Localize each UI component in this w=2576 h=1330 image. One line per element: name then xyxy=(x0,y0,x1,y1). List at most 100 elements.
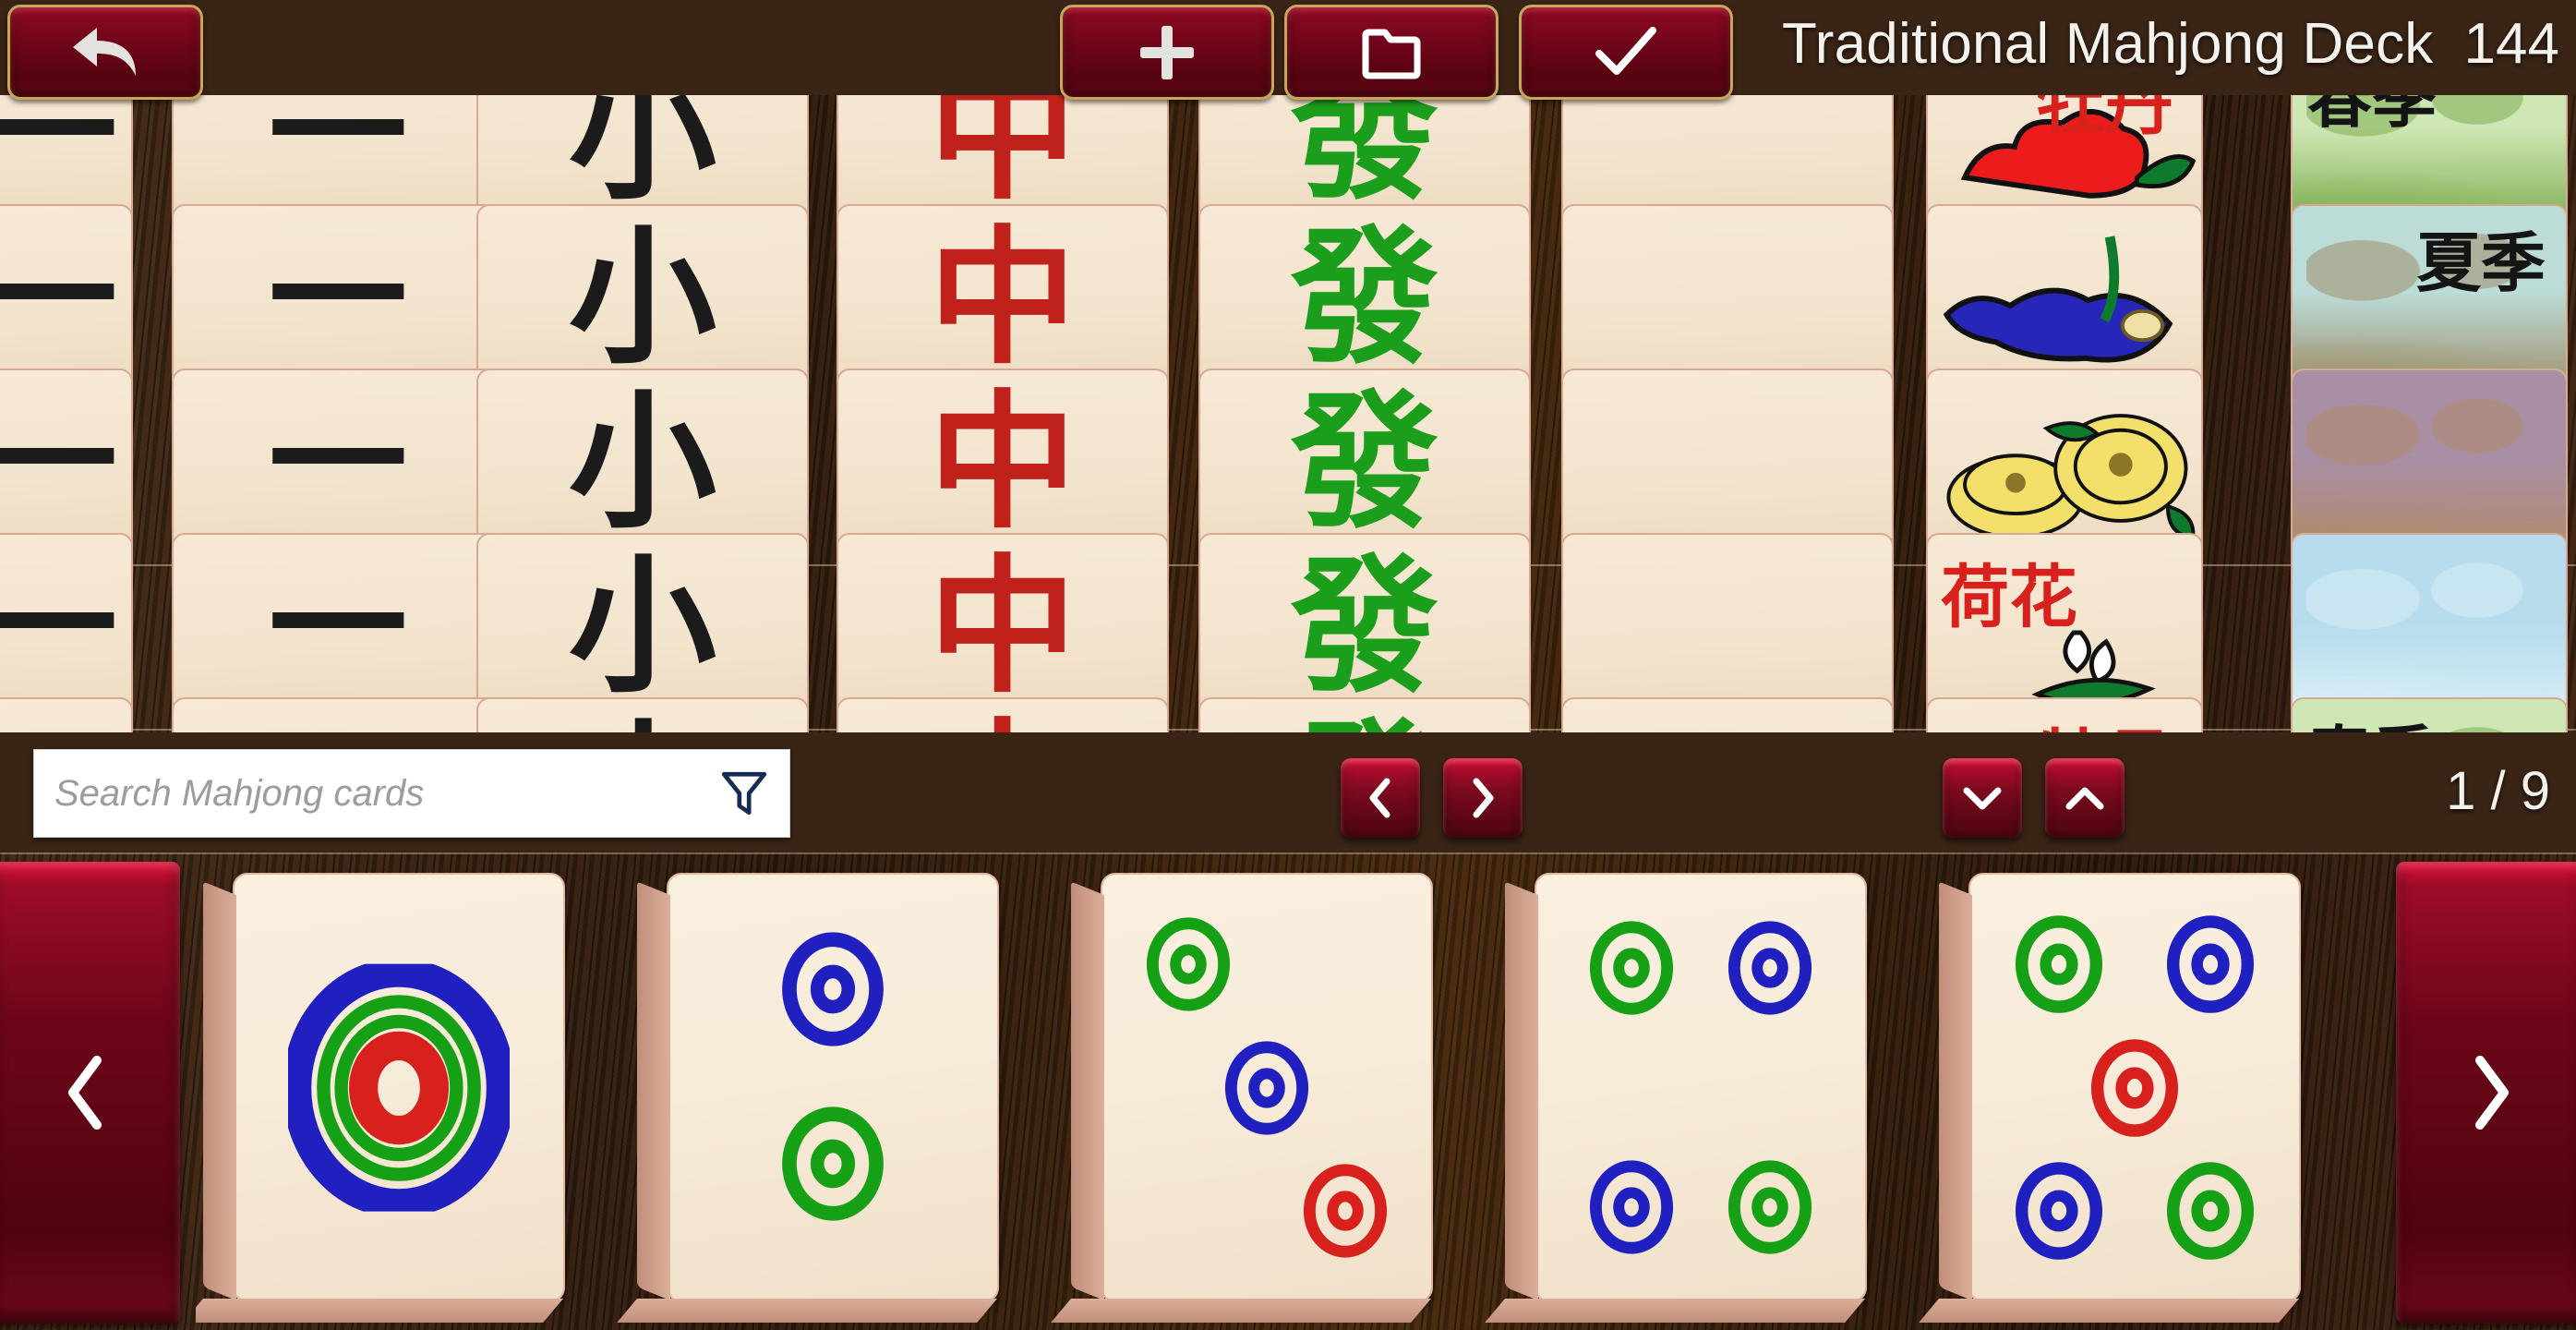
circle-dot xyxy=(1303,1164,1388,1259)
flower-label: 荷花 xyxy=(1941,558,2077,637)
tile-face: 中 xyxy=(838,699,1167,732)
mahjong-tile[interactable]: 春季 xyxy=(2291,697,2568,732)
search-box[interactable] xyxy=(33,749,790,838)
carousel-tile-circle-4[interactable] xyxy=(1535,873,1867,1302)
carousel-tile-face xyxy=(668,875,997,1300)
deck-card-count: 144 xyxy=(2463,12,2559,76)
tile-glyph: 中 xyxy=(929,717,1077,732)
scroll-up-button[interactable] xyxy=(2045,758,2125,838)
carousel-top-rule xyxy=(0,852,2576,854)
circle-dot xyxy=(1146,916,1231,1011)
tile-grid[interactable]: 一一一一一一一一一一小小小小小中中中中中發發發發發牡丹荷花牡丹春季夏季春季 xyxy=(0,95,2576,732)
page-prev-button[interactable] xyxy=(1341,758,1420,838)
add-card-button[interactable] xyxy=(1060,5,1274,100)
carousel-viewport[interactable] xyxy=(196,862,2380,1324)
carousel-tile-circle-3[interactable] xyxy=(1101,873,1433,1302)
carousel-tile-circle-1[interactable] xyxy=(233,873,565,1302)
chevron-left-large-icon xyxy=(67,1056,102,1130)
carousel-tile-face xyxy=(1102,875,1431,1300)
mahjong-deck-editor: 一一一一一一一一一一小小小小小中中中中中發發發發發牡丹荷花牡丹春季夏季春季 xyxy=(0,0,2576,1330)
mahjong-tile[interactable]: 一 xyxy=(172,697,504,732)
carousel-tile-face xyxy=(1536,875,1865,1300)
filter-funnel-icon[interactable] xyxy=(719,768,769,818)
toolbar-secondary: 1 / 9 xyxy=(0,732,2576,852)
open-folder-button[interactable] xyxy=(1284,5,1499,100)
carousel-tile-circle-2[interactable] xyxy=(667,873,999,1302)
mahjong-tile[interactable]: 小 xyxy=(476,697,809,732)
circle-dot xyxy=(2166,1161,2255,1261)
page-next-button[interactable] xyxy=(1443,758,1523,838)
tile-glyph: 發 xyxy=(1290,211,1438,384)
circle-dot xyxy=(2015,1161,2103,1261)
deck-title: Traditional Mahjong Deck xyxy=(1782,12,2434,76)
tile-glyph: 小 xyxy=(568,375,716,549)
circle-dot xyxy=(781,1106,885,1222)
top-toolbar: Traditional Mahjong Deck 144 xyxy=(0,0,2576,104)
chevron-left-icon xyxy=(1369,778,1390,818)
mahjong-tile[interactable]: 牡丹 xyxy=(1926,697,2203,732)
confirm-button[interactable] xyxy=(1519,5,1733,100)
tile-face: 春季 xyxy=(2293,699,2566,732)
tile-glyph: 一 xyxy=(0,95,117,203)
season-art-spring: 春季 xyxy=(2293,699,2566,732)
carousel-tile-face xyxy=(235,875,563,1300)
tile-glyph: 中 xyxy=(928,211,1077,384)
mahjong-tile[interactable]: 一 xyxy=(0,697,133,732)
tile-glyph: 發 xyxy=(1290,375,1438,549)
tile-face: 發 xyxy=(1200,699,1529,732)
flower-art-peony: 牡丹 xyxy=(1928,699,2201,732)
tile-face: 牡丹 xyxy=(1928,699,2201,732)
mahjong-tile[interactable]: 發 xyxy=(1198,697,1531,732)
tile-column-characters-one-partial[interactable]: 一一一一一 xyxy=(0,95,137,732)
season-label: 春季 xyxy=(2307,705,2437,732)
tile-glyph: 一 xyxy=(0,393,117,532)
search-input[interactable] xyxy=(54,772,719,815)
circle-dot xyxy=(1224,1040,1309,1135)
tile-glyph: 發 xyxy=(1291,717,1438,732)
scroll-down-button[interactable] xyxy=(1943,758,2022,838)
circle-dot xyxy=(1589,1159,1674,1254)
tile-column-bamboo-one[interactable]: 小小小小小 xyxy=(452,95,813,732)
tile-column-red-dragon[interactable]: 中中中中中 xyxy=(813,95,1173,732)
tile-glyph: 小 xyxy=(568,211,716,384)
folder-icon xyxy=(1362,29,1421,79)
tile-carousel-strip xyxy=(0,852,2576,1330)
tile-face: 一 xyxy=(174,699,502,733)
plus-icon xyxy=(1140,25,1194,79)
carousel-prev-button[interactable] xyxy=(0,862,180,1324)
tile-column-green-dragon[interactable]: 發發發發發 xyxy=(1174,95,1535,732)
tile-glyph: 小 xyxy=(569,717,716,732)
season-label: 夏季 xyxy=(2416,225,2546,301)
chevron-right-icon xyxy=(1473,778,1494,818)
tile-face: 小 xyxy=(478,699,807,732)
carousel-tile-face xyxy=(1970,875,2299,1300)
chevron-down-icon xyxy=(1963,787,2002,810)
mahjong-tile[interactable]: 中 xyxy=(837,697,1169,732)
circle-dot xyxy=(1589,921,1674,1016)
tile-face: 一 xyxy=(0,699,131,733)
chevron-up-icon xyxy=(2065,787,2104,810)
tile-glyph: 小 xyxy=(568,539,716,713)
tile-column-flower-tiles[interactable]: 牡丹荷花牡丹 xyxy=(1902,95,2207,732)
tile-face xyxy=(1563,699,1892,732)
circle-dot xyxy=(1727,921,1812,1016)
check-icon xyxy=(1595,26,1656,75)
tile-glyph: 發 xyxy=(1290,539,1438,713)
chevron-right-large-icon xyxy=(2474,1056,2509,1130)
carousel-next-button[interactable] xyxy=(2396,862,2576,1324)
circle-dot xyxy=(283,958,515,1217)
carousel-tile-circle-5[interactable] xyxy=(1968,873,2301,1302)
tile-column-season-tiles[interactable]: 春季夏季春季 xyxy=(2267,95,2571,732)
tile-column-characters-one[interactable]: 一一一一一 xyxy=(148,95,508,732)
page-indicator: 1 / 9 xyxy=(2446,761,2550,821)
mahjong-tile[interactable] xyxy=(1561,697,1894,732)
tile-column-white-dragon-blank[interactable] xyxy=(1537,95,1897,732)
tile-glyph: 一 xyxy=(268,381,407,543)
flower-label: 牡丹 xyxy=(2037,707,2173,732)
tile-glyph: 一 xyxy=(0,558,117,696)
tile-glyph: 中 xyxy=(928,375,1077,549)
tile-glyph: 一 xyxy=(0,722,117,733)
circle-dot xyxy=(2090,1038,2179,1138)
back-button[interactable] xyxy=(7,5,203,100)
tile-glyph: 一 xyxy=(268,95,407,214)
